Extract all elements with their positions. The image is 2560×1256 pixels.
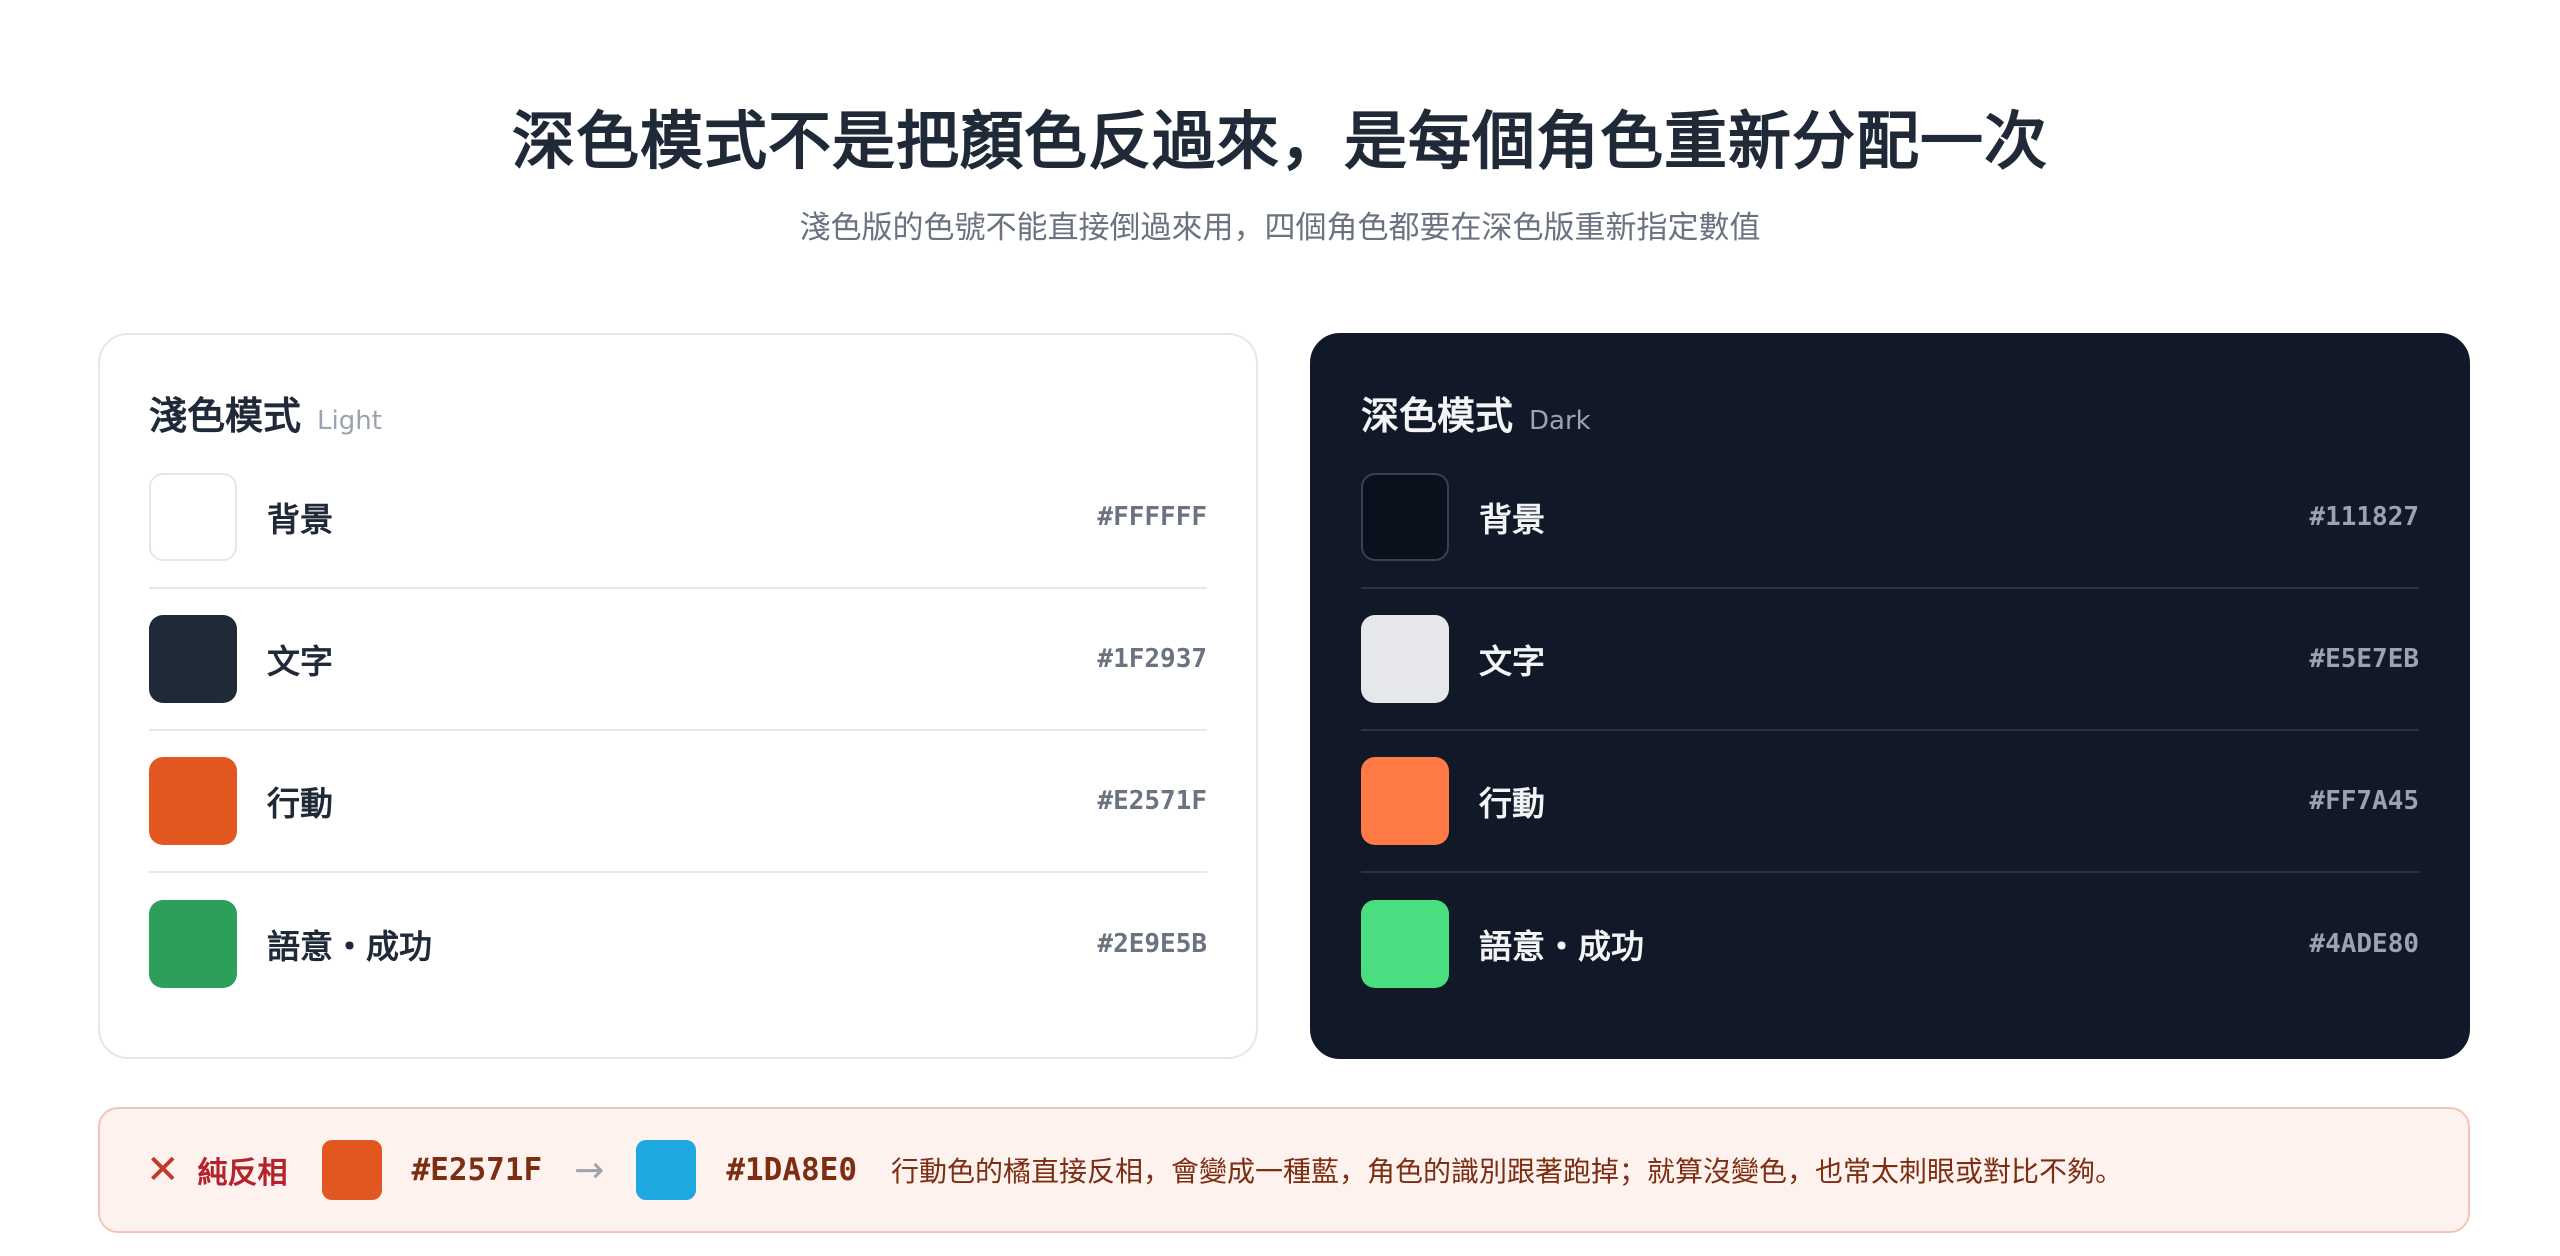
- color-swatch: [149, 757, 237, 845]
- dark-row-background: 背景 #111827: [1361, 447, 2419, 589]
- light-row-text: 文字 #1F2937: [149, 589, 1207, 731]
- inversion-warning-banner: ✕ 純反相 #E2571F → #1DA8E0 行動色的橘直接反相，會變成一種藍…: [98, 1107, 2470, 1233]
- arrow-right-icon: →: [574, 1149, 605, 1191]
- role-label: 背景: [1479, 500, 1545, 539]
- dark-card-header: 深色模式 Dark: [1361, 385, 2419, 438]
- role-label: 背景: [267, 500, 333, 539]
- page-subtitle: 淺色版的色號不能直接倒過來用，四個角色都要在深色版重新指定數值: [799, 210, 1761, 246]
- to-hex-value: #1DA8E0: [726, 1152, 857, 1188]
- light-card-tag: Light: [317, 406, 382, 436]
- dark-mode-card: 深色模式 Dark 背景 #111827 文字 #E5E7EB 行動 #FF7A…: [1310, 333, 2470, 1059]
- dark-card-tag: Dark: [1529, 406, 1591, 436]
- role-label: 語意・成功: [1479, 927, 1644, 966]
- from-hex-value: #E2571F: [411, 1152, 543, 1188]
- hex-value: #FF7A45: [2309, 786, 2419, 816]
- hex-value: #E5E7EB: [2309, 644, 2419, 674]
- color-swatch: [149, 473, 237, 561]
- light-row-success: 語意・成功 #2E9E5B: [149, 873, 1207, 1015]
- page: 深色模式不是把顏色反過來，是每個角色重新分配一次 淺色版的色號不能直接倒過來用，…: [0, 0, 2560, 1256]
- hex-value: #4ADE80: [2309, 929, 2419, 959]
- light-card-title: 淺色模式: [149, 394, 302, 438]
- hex-value: #2E9E5B: [1097, 929, 1207, 959]
- role-label: 文字: [267, 642, 333, 681]
- color-swatch: [149, 615, 237, 703]
- close-icon: ✕: [146, 1147, 180, 1193]
- warning-text: 行動色的橘直接反相，會變成一種藍，角色的識別跟著跑掉；就算沒變色，也常太刺眼或對…: [891, 1155, 2124, 1188]
- color-swatch: [1361, 757, 1449, 845]
- hex-value: #111827: [2309, 502, 2419, 532]
- hex-value: #E2571F: [1097, 786, 1207, 816]
- light-mode-card: 淺色模式 Light 背景 #FFFFFF 文字 #1F2937 行動 #E25…: [98, 333, 1258, 1059]
- color-swatch: [1361, 473, 1449, 561]
- color-swatch: [149, 900, 237, 988]
- dark-row-success: 語意・成功 #4ADE80: [1361, 873, 2419, 1015]
- dark-row-text: 文字 #E5E7EB: [1361, 589, 2419, 731]
- dark-row-action: 行動 #FF7A45: [1361, 731, 2419, 873]
- role-label: 文字: [1479, 642, 1545, 681]
- from-color-swatch: [321, 1140, 382, 1200]
- role-label: 語意・成功: [267, 927, 432, 966]
- light-row-background: 背景 #FFFFFF: [149, 447, 1207, 589]
- page-title: 深色模式不是把顏色反過來，是每個角色重新分配一次: [512, 105, 2048, 178]
- light-card-header: 淺色模式 Light: [149, 385, 1207, 438]
- color-swatch: [1361, 900, 1449, 988]
- hex-value: #1F2937: [1097, 644, 1207, 674]
- warning-label: 純反相: [197, 1156, 288, 1191]
- role-label: 行動: [267, 784, 333, 823]
- hex-value: #FFFFFF: [1097, 502, 1207, 532]
- to-color-swatch: [636, 1140, 697, 1200]
- role-label: 行動: [1479, 784, 1545, 823]
- light-row-action: 行動 #E2571F: [149, 731, 1207, 873]
- color-swatch: [1361, 615, 1449, 703]
- dark-card-title: 深色模式: [1361, 394, 1514, 438]
